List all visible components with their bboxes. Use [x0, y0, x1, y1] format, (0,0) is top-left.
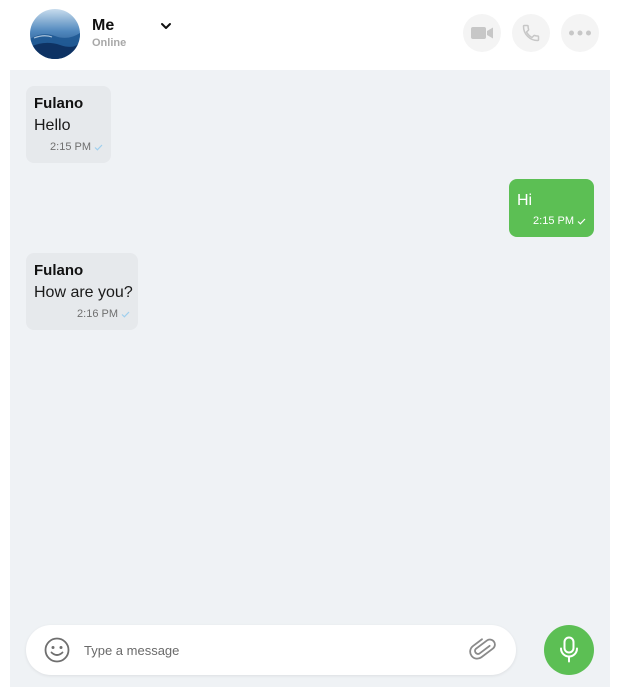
more-options-button[interactable] [561, 14, 599, 52]
user-name: Me [92, 17, 115, 34]
message-composer [26, 625, 516, 675]
voice-record-button[interactable] [544, 625, 594, 675]
voice-call-button[interactable] [512, 14, 550, 52]
message-meta: 2:16 PM [77, 308, 130, 320]
video-camera-icon [471, 27, 493, 39]
check-icon [577, 218, 586, 225]
message-bubble-incoming[interactable]: Fulano Hello 2:15 PM [26, 86, 111, 163]
message-text: Hi [517, 192, 533, 209]
video-call-button[interactable] [463, 14, 501, 52]
message-list[interactable]: Fulano Hello 2:15 PM Hi 2:15 PM Fulano H… [10, 70, 610, 687]
check-icon [121, 311, 130, 318]
phone-icon [522, 24, 540, 42]
user-status: Online [92, 37, 127, 49]
message-input[interactable] [84, 636, 464, 664]
message-bubble-outgoing[interactable]: Hi 2:15 PM [509, 179, 594, 237]
message-bubble-incoming[interactable]: Fulano How are you? 2:16 PM [26, 253, 138, 330]
message-sender: Fulano [34, 95, 84, 112]
chat-header: Me Online [0, 0, 622, 70]
more-dots-icon [569, 30, 591, 36]
message-time: 2:15 PM [533, 215, 574, 227]
message-meta: 2:15 PM [533, 215, 586, 227]
message-meta: 2:15 PM [50, 141, 103, 153]
avatar[interactable] [30, 9, 80, 59]
message-text: Hello [34, 117, 71, 134]
paperclip-icon[interactable] [469, 636, 497, 664]
microphone-icon [560, 636, 578, 663]
chevron-down-icon[interactable] [159, 19, 173, 33]
message-time: 2:16 PM [77, 308, 118, 320]
check-icon [94, 144, 103, 151]
message-sender: Fulano [34, 262, 84, 279]
message-text: How are you? [34, 284, 133, 301]
emoji-icon[interactable] [44, 637, 70, 663]
message-time: 2:15 PM [50, 141, 91, 153]
